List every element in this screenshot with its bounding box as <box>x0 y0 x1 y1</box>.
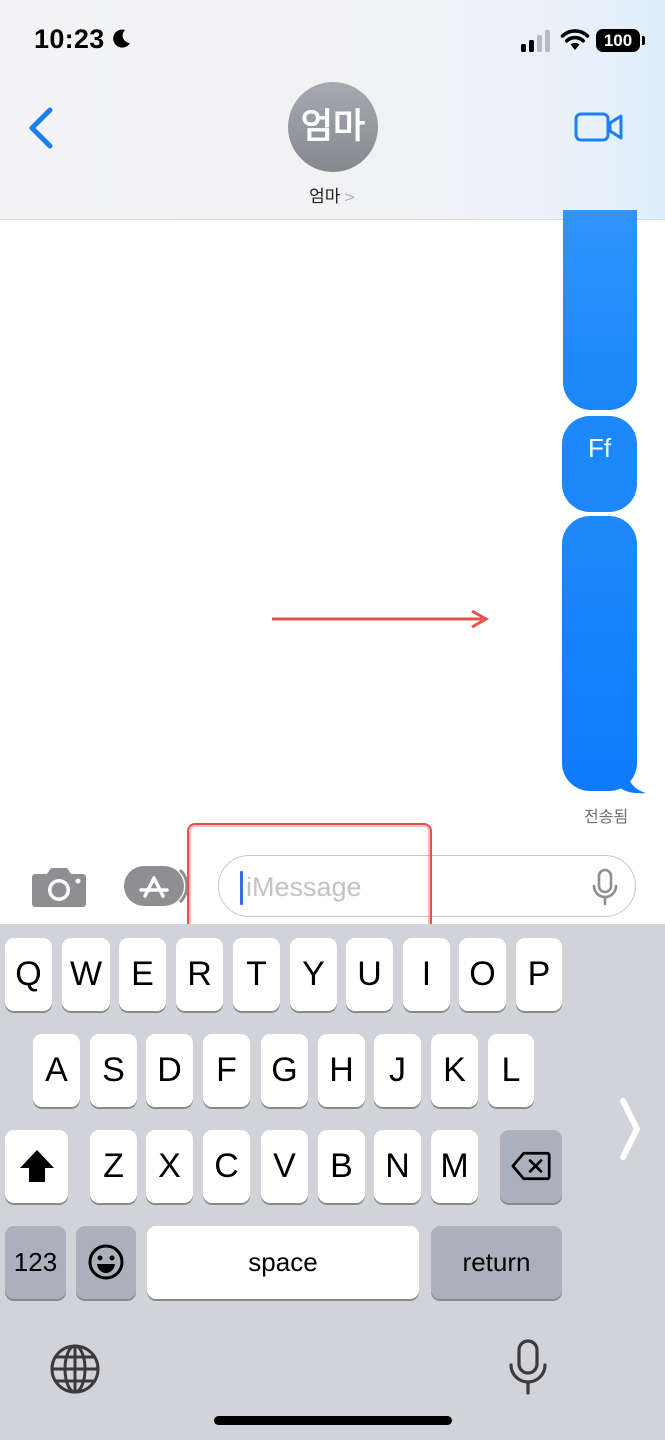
key-x[interactable]: X <box>146 1130 193 1203</box>
facetime-video-icon[interactable] <box>574 110 624 144</box>
delete-key[interactable] <box>500 1130 562 1203</box>
messages-screen: 10:23 100 엄마 엄마 > Ff 전송됨 iMessage Q W E … <box>0 0 665 1440</box>
dictation-mic-icon[interactable] <box>507 1338 549 1396</box>
numbers-key[interactable]: 123 <box>5 1226 66 1299</box>
conversation-header: 10:23 100 엄마 엄마 > <box>0 0 665 220</box>
key-p[interactable]: P <box>516 938 562 1011</box>
space-key[interactable]: space <box>147 1226 419 1299</box>
battery-indicator: 100 <box>596 29 645 52</box>
moon-icon <box>113 29 130 48</box>
delivery-status: 전송됨 <box>584 807 629 826</box>
shift-icon <box>19 1150 54 1182</box>
contact-avatar[interactable]: 엄마 <box>288 82 378 172</box>
status-time: 10:23 <box>34 24 105 54</box>
globe-icon[interactable] <box>48 1342 102 1396</box>
key-n[interactable]: N <box>374 1130 421 1203</box>
key-u[interactable]: U <box>346 938 393 1011</box>
key-z[interactable]: Z <box>90 1130 137 1203</box>
chevron-right-icon[interactable] <box>618 1096 642 1162</box>
bubble-tail <box>620 766 646 794</box>
home-indicator <box>214 1416 452 1425</box>
key-b[interactable]: B <box>318 1130 365 1203</box>
key-w[interactable]: W <box>62 938 110 1011</box>
back-chevron-icon[interactable] <box>26 106 56 150</box>
key-y[interactable]: Y <box>290 938 337 1011</box>
message-bubble[interactable]: Ff <box>562 416 637 512</box>
key-c[interactable]: C <box>203 1130 250 1203</box>
key-a[interactable]: A <box>33 1034 80 1107</box>
key-m[interactable]: M <box>431 1130 478 1203</box>
camera-icon[interactable] <box>31 864 87 908</box>
chevron-right-icon: > <box>343 188 356 206</box>
backspace-icon <box>511 1151 551 1181</box>
annotation-highlight-box <box>187 823 432 938</box>
wifi-icon <box>560 29 590 50</box>
key-e[interactable]: E <box>119 938 166 1011</box>
shift-key[interactable] <box>5 1130 68 1203</box>
app-store-icon[interactable] <box>123 864 189 908</box>
key-s[interactable]: S <box>90 1034 137 1107</box>
key-g[interactable]: G <box>261 1034 308 1107</box>
key-f[interactable]: F <box>203 1034 250 1107</box>
dictation-mic-icon[interactable] <box>591 868 619 906</box>
key-q[interactable]: Q <box>5 938 52 1011</box>
contact-name-link[interactable]: 엄마 > <box>0 182 665 207</box>
cellular-signal-icon <box>521 30 550 52</box>
annotation-arrow <box>272 609 490 629</box>
message-bubble[interactable] <box>562 516 637 791</box>
key-d[interactable]: D <box>146 1034 193 1107</box>
key-t[interactable]: T <box>233 938 280 1011</box>
key-h[interactable]: H <box>318 1034 365 1107</box>
emoji-key[interactable] <box>76 1226 136 1299</box>
key-i[interactable]: I <box>403 938 450 1011</box>
key-l[interactable]: L <box>488 1034 534 1107</box>
key-v[interactable]: V <box>261 1130 308 1203</box>
return-key[interactable]: return <box>431 1226 562 1299</box>
contact-name: 엄마 <box>309 187 341 207</box>
message-bubble[interactable] <box>563 210 637 410</box>
key-k[interactable]: K <box>431 1034 478 1107</box>
key-o[interactable]: O <box>459 938 506 1011</box>
key-j[interactable]: J <box>374 1034 421 1107</box>
emoji-icon <box>88 1244 124 1280</box>
key-r[interactable]: R <box>176 938 223 1011</box>
